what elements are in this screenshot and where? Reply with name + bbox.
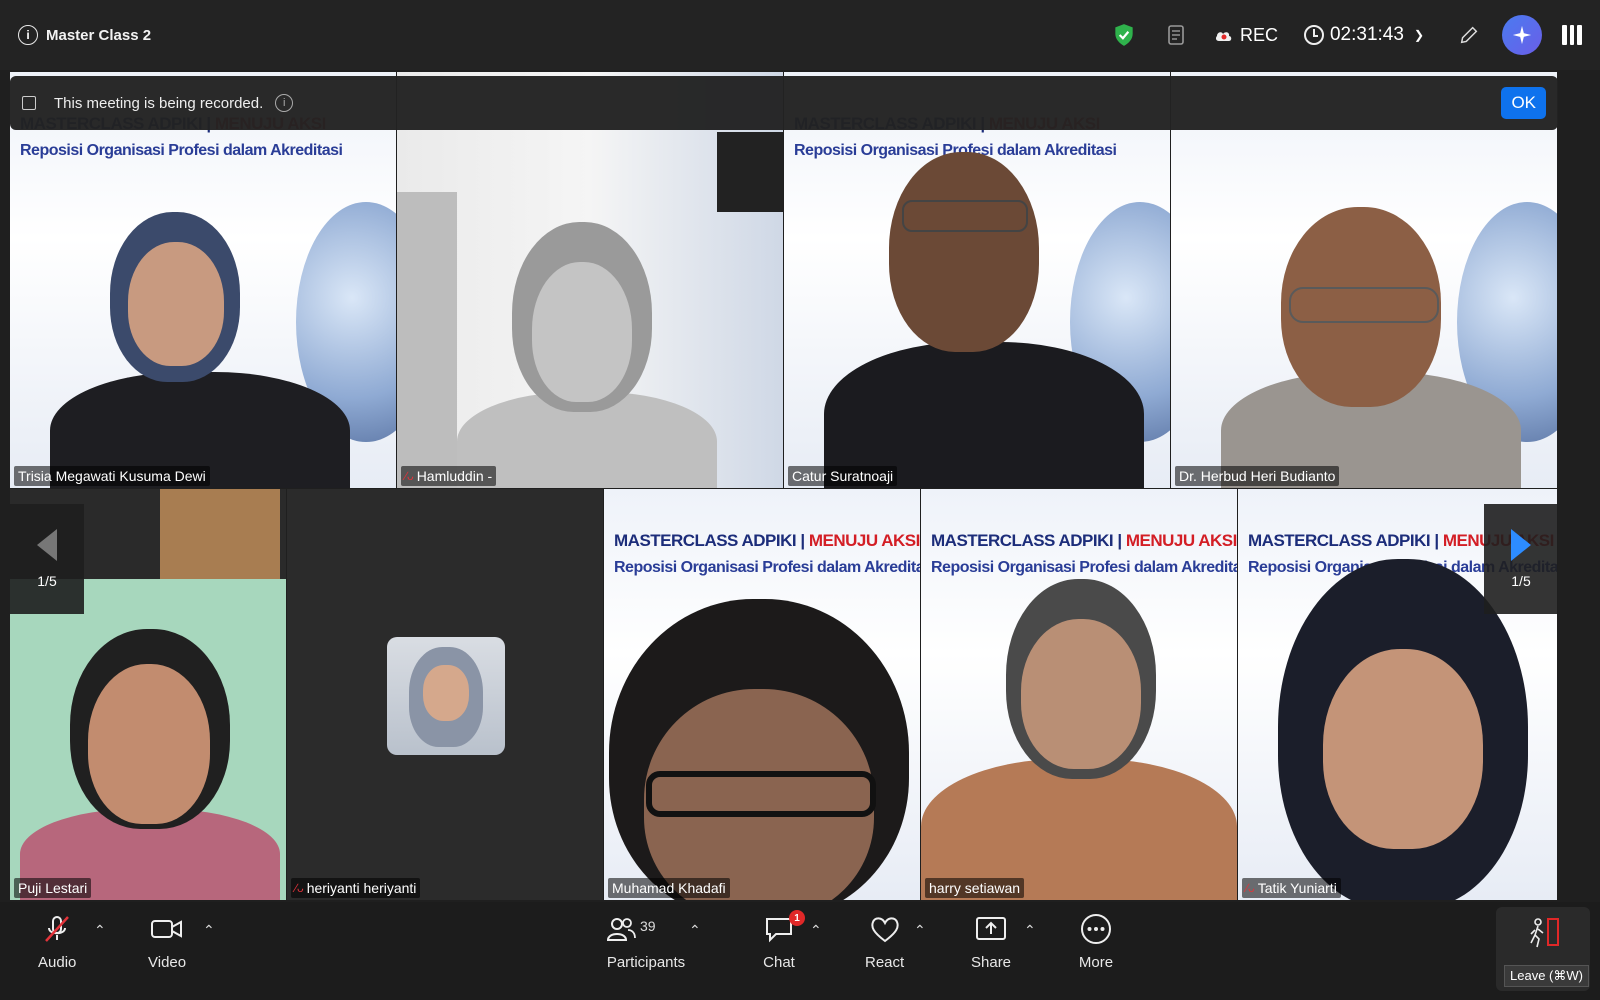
avatar xyxy=(387,637,505,755)
participant-name: ∕ᴗ Hamluddin - xyxy=(401,466,497,486)
audio-options-caret-icon[interactable]: ⌃ xyxy=(94,922,106,939)
chat-unread-badge: 1 xyxy=(789,910,805,926)
annotate-pencil-icon[interactable] xyxy=(1458,24,1480,46)
banner-text: MASTERCLASS ADPIKI | MENUJU AKSI Reposis… xyxy=(614,531,920,576)
meeting-controls-toolbar: Audio ⌃ Video ⌃ 39 Participants ⌃ 1 Chat… xyxy=(0,902,1600,1000)
participant-name: Muhamad Khadafi xyxy=(608,878,730,898)
ok-button[interactable]: OK xyxy=(1501,87,1546,119)
participant-name: Puji Lestari xyxy=(14,878,92,898)
participant-tile[interactable]: ∕ᴗ Hamluddin - xyxy=(397,72,783,488)
more-dots-icon xyxy=(1081,914,1111,944)
chevron-down-icon: ❯ xyxy=(1413,28,1424,42)
participants-label: Participants xyxy=(606,954,686,971)
participant-name: ∕ᴗ heriyanti heriyanti xyxy=(291,878,421,898)
banner-text: MASTERCLASS ADPIKI | MENUJU AKSI Reposis… xyxy=(931,531,1237,576)
meeting-title: Master Class 2 xyxy=(46,26,152,44)
encryption-shield-icon[interactable] xyxy=(1111,22,1137,48)
page-indicator: 1/5 xyxy=(37,573,57,589)
participant-tile[interactable]: MASTERCLASS ADPIKI | MENUJU AKSI Reposis… xyxy=(921,489,1237,900)
muted-mic-icon: ∕ᴗ xyxy=(405,469,414,483)
microphone-muted-icon xyxy=(45,916,70,942)
arrow-right-icon xyxy=(1511,529,1531,561)
chat-label: Chat xyxy=(763,954,795,971)
recording-notice-text: This meeting is being recorded. xyxy=(54,94,264,112)
video-options-caret-icon[interactable]: ⌃ xyxy=(203,922,215,939)
recording-notice-banner: This meeting is being recorded. i OK xyxy=(10,76,1558,130)
leave-button[interactable]: Leave (⌘W) xyxy=(1496,907,1590,991)
audio-button[interactable]: Audio xyxy=(38,912,76,971)
share-label: Share xyxy=(971,954,1012,971)
share-options-caret-icon[interactable]: ⌃ xyxy=(1024,922,1036,939)
video-label: Video xyxy=(148,954,187,971)
video-button[interactable]: Video xyxy=(148,912,186,971)
participant-name: Dr. Herbud Heri Budianto xyxy=(1175,466,1340,486)
timer-value: 02:31:43 xyxy=(1329,24,1404,45)
rec-label: REC xyxy=(1239,24,1278,45)
page-indicator: 1/5 xyxy=(1511,573,1531,589)
share-screen-icon xyxy=(976,917,1007,940)
participant-name: Catur Suratnoaji xyxy=(788,466,898,486)
participant-tile-active-speaker[interactable]: Dr. Herbud Heri Budianto xyxy=(1171,72,1557,488)
participants-icon xyxy=(606,918,636,941)
window-icon xyxy=(22,96,36,110)
camera-icon xyxy=(151,920,183,938)
participant-tile-avatar[interactable]: ∕ᴗ heriyanti heriyanti xyxy=(287,489,603,900)
video-gallery: MASTERCLASS ADPIKI | MENUJU AKSI Reposis… xyxy=(10,72,1590,900)
sparkle-icon xyxy=(1512,25,1532,45)
meeting-timer[interactable]: 02:31:43 ❯ xyxy=(1303,24,1424,46)
participant-tile[interactable]: MASTERCLASS ADPIKI | MENUJU AKSI Reposis… xyxy=(604,489,920,900)
participant-name: harry setiawan xyxy=(925,878,1025,898)
audio-label: Audio xyxy=(38,954,77,971)
cloud-record-icon xyxy=(1215,32,1232,41)
ai-companion-button[interactable] xyxy=(1502,15,1542,55)
muted-mic-icon: ∕ᴗ xyxy=(295,881,304,895)
arrow-left-icon xyxy=(37,529,57,561)
react-options-caret-icon[interactable]: ⌃ xyxy=(914,922,926,939)
share-button[interactable]: Share xyxy=(971,912,1011,971)
view-panels-icon[interactable] xyxy=(1562,25,1583,45)
heart-icon xyxy=(870,917,899,943)
info-icon[interactable]: i xyxy=(275,94,294,112)
participants-count: 39 xyxy=(640,918,656,934)
recording-indicator[interactable]: REC xyxy=(1215,25,1278,46)
participants-button[interactable]: 39 Participants xyxy=(606,912,686,971)
gallery-next-button[interactable]: 1/5 xyxy=(1484,504,1558,614)
participant-tile[interactable]: MASTERCLASS ADPIKI | MENUJU AKSI Reposis… xyxy=(784,72,1170,488)
participant-tile[interactable]: MASTERCLASS ADPIKI | MENUJU AKSI Reposis… xyxy=(10,72,396,488)
gallery-prev-button[interactable]: 1/5 xyxy=(10,504,84,614)
muted-mic-icon: ∕ᴗ xyxy=(1246,881,1255,895)
react-button[interactable]: React xyxy=(865,912,904,971)
participants-options-caret-icon[interactable]: ⌃ xyxy=(689,922,701,939)
participant-name: Trisia Megawati Kusuma Dewi xyxy=(14,466,210,486)
react-label: React xyxy=(865,954,905,971)
meeting-top-bar: i Master Class 2 REC 02:31:43 ❯ xyxy=(0,0,1600,70)
clock-icon xyxy=(1303,25,1324,45)
chat-options-caret-icon[interactable]: ⌃ xyxy=(810,922,822,939)
more-label: More xyxy=(1078,954,1114,971)
participant-name: ∕ᴗ Tatik Yuniarti xyxy=(1242,878,1341,898)
meeting-info-icon[interactable]: i xyxy=(18,25,38,45)
leave-door-icon xyxy=(1530,918,1559,948)
notes-doc-icon[interactable] xyxy=(1165,23,1189,47)
leave-tooltip: Leave (⌘W) xyxy=(1504,965,1589,987)
more-button[interactable]: More xyxy=(1078,912,1114,971)
chat-button[interactable]: 1 Chat xyxy=(761,910,805,971)
